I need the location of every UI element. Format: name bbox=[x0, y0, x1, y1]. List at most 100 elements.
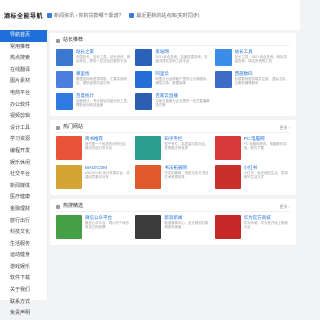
pc-icon bbox=[214, 136, 241, 160]
sidebar-item[interactable]: 科技文化 bbox=[0, 227, 47, 239]
news-icon bbox=[135, 215, 162, 239]
site-desc: 中国站长，站长工具，站长资讯，网站排名，提供一站式站长服务平台 bbox=[76, 55, 131, 64]
site-card[interactable]: 百家云直播 百家云直播为企业提供一站式直播解决方案 bbox=[135, 93, 210, 112]
site-desc: MAGICOM 设计资源平台，灵感创意素材分享 bbox=[85, 171, 130, 180]
site-card-body: 哪里找 哪里找网络资源导航，汇集实用网站，提供优质内容分享 bbox=[76, 71, 131, 89]
section-icon bbox=[56, 204, 60, 209]
sidebar-item[interactable]: 在线翻译 bbox=[0, 65, 47, 77]
news-icon bbox=[47, 12, 52, 18]
site-card-body: 爱站网 SEO 综合查询，百度权重查询，关键词排名查询工具平台 bbox=[155, 49, 210, 67]
site-card-body: 微信公众平台 微信公众平台，再小的个体也有自己的品牌 bbox=[85, 215, 131, 238]
tool-icon bbox=[214, 49, 232, 66]
site-desc: 哪里找网络资源导航，汇集实用网站，提供优质内容分享 bbox=[76, 77, 127, 86]
site-card[interactable]: 哪里找 哪里找网络资源导航，汇集实用网站，提供优质内容分享 bbox=[56, 71, 131, 90]
site-card[interactable]: 站长工具 站长工具，SEO 综合查询，网站流量查询，域名查询等工具 bbox=[214, 49, 290, 68]
huawei-icon bbox=[214, 215, 241, 239]
site-card[interactable]: 简书推荐 简书是一个优质的创作社区，原创内容分享平台 bbox=[56, 136, 131, 162]
sidebar-item[interactable]: 免责声明 bbox=[0, 308, 47, 320]
sidebar-item[interactable]: 电商平台 bbox=[0, 88, 47, 100]
wechat-icon bbox=[56, 215, 82, 239]
magic-icon bbox=[56, 165, 82, 189]
site-card[interactable]: PC 电脑网 PC 电脑网资讯，电脑硬件评测，软件下载 bbox=[214, 136, 290, 162]
site-desc: 简书是一个优质的创作社区，原创内容分享平台 bbox=[85, 142, 130, 151]
sidebar-item[interactable]: 常用推荐 bbox=[0, 42, 47, 54]
daily-grid: 微信公众平台 微信公众平台，再小的个体也有自己的品牌 新浪新闻 新浪新闻中心，全天候实… bbox=[56, 215, 290, 241]
sidebar-item[interactable]: 运动健身 bbox=[0, 250, 47, 262]
section-header: 热搜精选 更多 › bbox=[56, 202, 290, 212]
sidebar: 导航首页 常用推荐 热点搜索 在线翻译 图片素材 电商平台 办公软件 视频剪辑 设计工具 学习资源… bbox=[0, 30, 48, 316]
jianshu-icon bbox=[56, 136, 82, 160]
sidebar-item[interactable]: 热点搜索 bbox=[0, 53, 47, 65]
site-desc: 阿里云为全球客户提供云计算服务，弹性计算、数据库等 bbox=[155, 77, 210, 86]
site-desc: 知乎专栏，高质量问答社区，发现更大的世界 bbox=[164, 142, 209, 151]
sidebar-item[interactable]: 联系方式 bbox=[0, 297, 47, 309]
site-card[interactable]: 小红书 小红书，标记我的生活，发现美好生活方式 bbox=[214, 165, 290, 191]
site-card[interactable]: MAGICOM MAGICOM 设计资源平台，灵感创意素材分享 bbox=[56, 165, 131, 191]
section-title: 热门网站 bbox=[63, 124, 84, 130]
sidebar-item[interactable]: 医疗健康 bbox=[0, 192, 47, 204]
site-desc: 站长工具，SEO 综合查询，网站流量查询，域名查询等工具 bbox=[234, 55, 287, 64]
site-card-body: 站长之家 中国站长，站长工具，站长资讯，网站排名，提供一站式站长服务平台 bbox=[76, 49, 131, 67]
sidebar-item[interactable]: 金融理财 bbox=[0, 204, 47, 216]
site-card-body: 知乎专栏 知乎专栏，高质量问答社区，发现更大的世界 bbox=[164, 136, 210, 159]
site-card[interactable]: 西部数码 西部数码提供域名注册、虚拟主机、云服务器等服务 bbox=[214, 71, 290, 90]
brush-icon bbox=[135, 165, 162, 189]
site-desc: SEO 综合查询，百度权重查询，关键词排名查询工具平台 bbox=[155, 55, 208, 64]
site-desc: 微信公众平台，再小的个体也有自己的品牌 bbox=[85, 221, 130, 230]
sidebar-item[interactable]: 图片素材 bbox=[0, 76, 47, 88]
book-icon bbox=[214, 165, 241, 189]
sidebar-item[interactable]: 设计工具 bbox=[0, 123, 47, 135]
site-card[interactable]: 知乎专栏 知乎专栏，高质量问答社区，发现更大的世界 bbox=[135, 136, 210, 162]
site-card[interactable]: 站长之家 中国站长，站长工具，站长资讯，网站排名，提供一站式站长服务平台 bbox=[56, 49, 131, 68]
zhihu-icon bbox=[135, 136, 162, 160]
site-desc: 华为商城，华为官方线上购物平台 bbox=[243, 221, 288, 230]
section-icon bbox=[56, 125, 60, 130]
top-news-text: 新闻资讯 › 你的贷款哪个靠谱? bbox=[54, 12, 122, 19]
site-card[interactable]: 新浪新闻 新浪新闻中心，全天候实时新闻资讯报道 bbox=[135, 215, 210, 241]
site-card[interactable]: 阿里云 阿里云为全球客户提供云计算服务，弹性计算、数据库等 bbox=[135, 71, 210, 90]
site-card[interactable]: 微信公众平台 微信公众平台，再小的个体也有自己的品牌 bbox=[56, 215, 131, 241]
site-desc: 小红书，标记我的生活，发现美好生活方式 bbox=[243, 171, 288, 180]
site-logo[interactable]: 酒标全能导航 bbox=[0, 0, 47, 30]
sidebar-item[interactable]: 游戏娱乐 bbox=[0, 262, 47, 274]
sidebar-item[interactable]: 软件下载 bbox=[0, 273, 47, 285]
sidebar-item[interactable]: 导航首页 bbox=[0, 30, 47, 42]
site-card[interactable]: 华为官方商城 华为商城，华为官方线上购物平台 bbox=[214, 215, 290, 241]
west-icon bbox=[214, 71, 232, 88]
site-desc: 新浪新闻中心，全天候实时新闻资讯报道 bbox=[164, 221, 209, 230]
site-card-body: 站长工具 站长工具，SEO 综合查询，网站流量查询，域名查询等工具 bbox=[235, 49, 290, 67]
top-news-item[interactable]: 新闻资讯 › 你的贷款哪个靠谱? bbox=[47, 12, 121, 19]
stat-icon bbox=[56, 93, 73, 110]
site-desc: 百度统计，专业网站流量分析工具，帮助优化网站运营 bbox=[76, 99, 131, 108]
more-link[interactable]: 更多 › bbox=[280, 202, 290, 211]
site-card-body: 小红书 小红书，标记我的生活，发现美好生活方式 bbox=[244, 165, 290, 188]
site-desc: PC 电脑网资讯，电脑硬件评测，软件下载 bbox=[243, 142, 287, 151]
sidebar-item[interactable]: 娱乐休闲 bbox=[0, 158, 47, 170]
top-update-item[interactable]: 最近更新的站点库(实时同步) bbox=[129, 12, 200, 19]
sidebar-item[interactable]: 新闻媒体 bbox=[0, 181, 47, 193]
daily-section: 热搜精选 更多 › 微信公众平台 微信公众平台，再小的个体也有自己的品牌 新浪新闻新… bbox=[50, 199, 296, 245]
sidebar-item[interactable]: 学习资源 bbox=[0, 134, 47, 146]
site-card-body: PC 电脑网 PC 电脑网资讯，电脑硬件评测，软件下载 bbox=[244, 136, 290, 159]
site-desc: 西部数码提供域名注册、虚拟主机、云服务器等服务 bbox=[234, 77, 289, 86]
live-icon bbox=[135, 93, 153, 110]
site-card[interactable]: 书法拓展网 书法拓展网，传统文化与书法艺术资源收录 bbox=[135, 165, 210, 191]
top-bar: 新闻资讯 › 你的贷款哪个靠谱? 最近更新的站点库(实时同步) bbox=[47, 0, 300, 30]
site-card[interactable]: 爱站网 SEO 综合查询，百度权重查询，关键词排名查询工具平台 bbox=[135, 49, 210, 68]
find-icon bbox=[56, 71, 73, 88]
site-card[interactable]: 百度统计 百度统计，专业网站流量分析工具，帮助优化网站运营 bbox=[56, 93, 131, 112]
sidebar-item[interactable]: 办公软件 bbox=[0, 100, 47, 112]
sidebar-item[interactable]: 社交平台 bbox=[0, 169, 47, 181]
sidebar-item[interactable]: 视频剪辑 bbox=[0, 111, 47, 123]
sidebar-item[interactable]: 旅行出行 bbox=[0, 216, 47, 228]
sidebar-item[interactable]: 生活服务 bbox=[0, 239, 47, 251]
section-header: 热门网站 更多 › bbox=[56, 123, 290, 133]
sidebar-item[interactable]: 关于我们 bbox=[0, 285, 47, 297]
section-header: 站长推荐 bbox=[56, 36, 290, 46]
site-card-body: 华为官方商城 华为商城，华为官方线上购物平台 bbox=[244, 215, 290, 238]
site-desc: 百家云直播为企业提供一站式直播解决方案 bbox=[155, 99, 210, 108]
section-icon bbox=[56, 38, 60, 43]
more-link[interactable]: 更多 › bbox=[280, 123, 290, 132]
sidebar-item[interactable]: 编程开发 bbox=[0, 146, 47, 158]
aizhan-icon bbox=[135, 49, 153, 66]
